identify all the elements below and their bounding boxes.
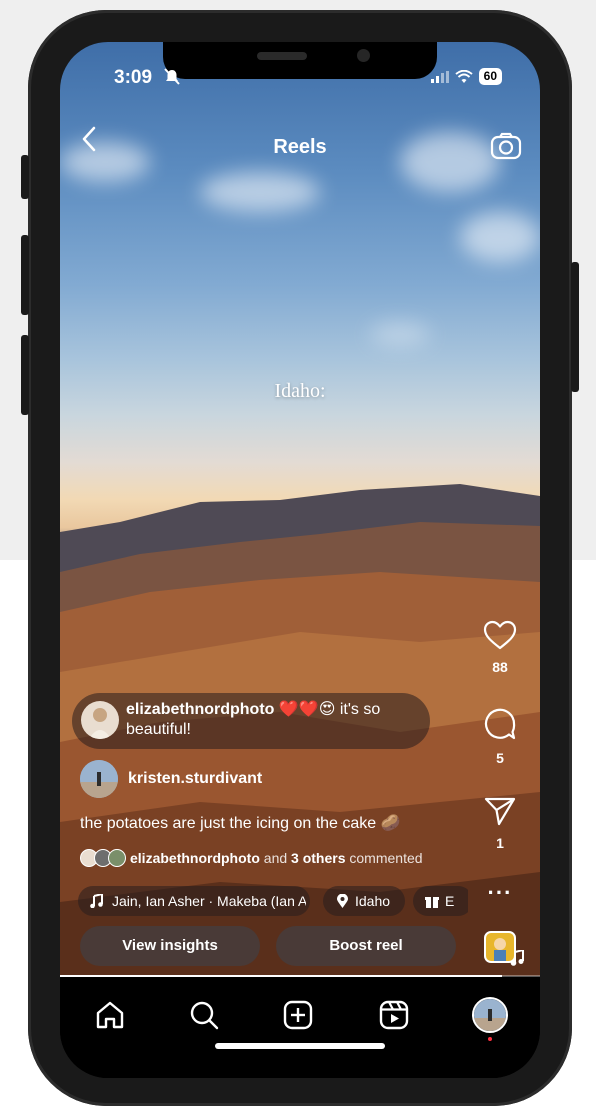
like-count: 88 <box>492 659 508 675</box>
phone-screen: Idaho: 3:09 60 Reels 88 5 1 ··· elizabet… <box>60 42 540 1078</box>
comment-count: 5 <box>496 750 504 766</box>
location-pin-icon <box>337 894 348 908</box>
phone-frame: Idaho: 3:09 60 Reels 88 5 1 ··· elizabet… <box>21 10 579 1106</box>
signal-icon <box>430 70 449 83</box>
status-indicators: 60 <box>430 68 502 85</box>
gift-icon <box>425 897 439 908</box>
share-action[interactable]: 1 <box>460 796 540 851</box>
status-time: 3:09 <box>114 67 153 88</box>
phone-notch <box>163 42 437 79</box>
featured-comment[interactable]: elizabethnordphoto ❤️❤️😍 it's so beautif… <box>72 693 430 749</box>
reel-caption[interactable]: the potatoes are just the icing on the c… <box>80 813 401 833</box>
reel-chips: Jain, Ian Asher · Makeba (Ian Asher Remi… <box>78 886 468 916</box>
comment-username[interactable]: elizabethnordphoto <box>126 701 274 718</box>
phone-volume-down <box>21 335 29 415</box>
tab-search[interactable] <box>184 995 224 1035</box>
like-action[interactable]: 88 <box>460 620 540 675</box>
bottom-tab-bar <box>60 977 540 1078</box>
location-chip[interactable]: Idaho <box>323 886 405 916</box>
boost-reel-button[interactable]: Boost reel <box>276 926 456 966</box>
gift-chip-label: E <box>445 893 455 909</box>
phone-power-button <box>571 262 579 392</box>
video-progress-bar[interactable] <box>60 975 540 977</box>
tab-create[interactable] <box>278 995 318 1035</box>
audio-chip[interactable]: Jain, Ian Asher · Makeba (Ian Asher Remi… <box>78 886 310 916</box>
phone-mute-switch <box>21 155 29 199</box>
comment-avatar[interactable] <box>81 701 119 739</box>
gift-chip[interactable]: E <box>413 886 468 916</box>
commenter-avatars <box>80 849 126 867</box>
music-note-icon <box>510 950 524 966</box>
bell-slash-icon <box>164 68 180 85</box>
wifi-icon <box>455 69 473 83</box>
notch-speaker <box>257 52 307 60</box>
comment-icon[interactable] <box>483 707 517 741</box>
audio-chip-label: Jain, Ian Asher · Makeba (Ian Asher Remi… <box>112 893 306 909</box>
plus-square-icon <box>283 1000 313 1030</box>
video-progress-fill <box>60 975 502 977</box>
home-indicator <box>215 1043 385 1049</box>
profile-avatar <box>474 999 506 1031</box>
camera-icon[interactable] <box>490 132 522 160</box>
comment-emojis: ❤️❤️😍 <box>278 701 336 718</box>
phone-volume-up <box>21 235 29 315</box>
commented-user: elizabethnordphoto <box>130 850 260 866</box>
page-title: Reels <box>273 136 327 158</box>
more-options-icon[interactable]: ··· <box>460 880 540 906</box>
share-count: 1 <box>496 835 504 851</box>
commented-suffix: commented <box>349 850 423 866</box>
tab-reels[interactable] <box>374 995 414 1035</box>
search-icon <box>190 1001 219 1030</box>
notch-camera <box>357 49 370 62</box>
commented-summary[interactable]: elizabethnordphoto and 3 others commente… <box>80 849 423 867</box>
music-note-icon <box>90 894 103 908</box>
commented-others: 3 others <box>291 850 346 866</box>
author-avatar[interactable] <box>80 760 118 798</box>
comment-text: elizabethnordphoto ❤️❤️😍 it's so beautif… <box>126 700 422 740</box>
heart-icon[interactable] <box>483 620 517 650</box>
commented-and: and <box>263 850 288 866</box>
home-icon <box>96 1001 124 1029</box>
notification-dot <box>488 1037 492 1041</box>
tab-profile[interactable] <box>472 997 508 1033</box>
tab-home[interactable] <box>90 995 130 1035</box>
reels-icon <box>379 1000 409 1030</box>
location-chip-label: Idaho <box>355 893 391 909</box>
author-username[interactable]: kristen.sturdivant <box>128 770 262 788</box>
video-overlay-text: Idaho: <box>274 380 326 402</box>
comment-action[interactable]: 5 <box>460 707 540 766</box>
battery-indicator: 60 <box>478 68 502 85</box>
view-insights-button[interactable]: View insights <box>80 926 260 966</box>
send-icon[interactable] <box>484 796 516 826</box>
